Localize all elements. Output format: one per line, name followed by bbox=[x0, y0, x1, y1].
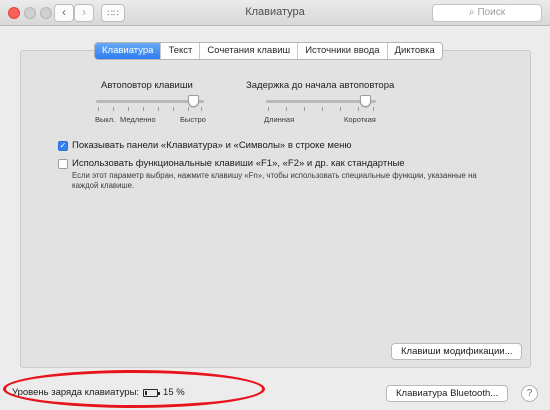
slider-tick bbox=[304, 107, 305, 111]
search-icon: ⌕ bbox=[468, 7, 475, 18]
show-viewers-label: Показывать панели «Клавиатура» и «Символ… bbox=[72, 140, 352, 151]
slider-tick bbox=[268, 107, 269, 111]
slider-tick bbox=[340, 107, 341, 111]
slider-tick bbox=[373, 107, 374, 111]
slider-tick bbox=[201, 107, 202, 111]
key-repeat-max-label: Быстро bbox=[180, 115, 206, 124]
slider-tick bbox=[128, 107, 129, 111]
slider-tick bbox=[173, 107, 174, 111]
search-placeholder: Поиск bbox=[477, 7, 506, 18]
tab-keyboard[interactable]: Клавиатура bbox=[95, 43, 161, 59]
slider-tick bbox=[188, 107, 189, 111]
tab-text[interactable]: Текст bbox=[160, 43, 199, 59]
key-repeat-slow-label: Медленно bbox=[120, 115, 156, 124]
show-viewers-checkbox[interactable]: ✓ bbox=[58, 141, 68, 151]
slider-tick bbox=[113, 107, 114, 111]
repeat-delay-max-label: Короткая bbox=[344, 115, 376, 124]
highlight-annotation bbox=[3, 370, 265, 408]
repeat-delay-thumb[interactable] bbox=[360, 95, 371, 107]
slider-tick bbox=[322, 107, 323, 111]
help-button[interactable]: ? bbox=[521, 385, 538, 402]
slider-tick bbox=[286, 107, 287, 111]
key-repeat-min-label: Выкл. bbox=[95, 115, 116, 124]
slider-tick bbox=[143, 107, 144, 111]
fn-keys-note: Если этот параметр выбран, нажмите клави… bbox=[72, 171, 477, 190]
key-repeat-thumb[interactable] bbox=[188, 95, 199, 107]
fn-keys-label: Использовать функциональные клавиши «F1»… bbox=[72, 158, 405, 169]
slider-tick bbox=[98, 107, 99, 111]
tab-dictation[interactable]: Диктовка bbox=[386, 43, 442, 59]
title-bar: ‹ › ∷∷ Клавиатура ⌕ Поиск bbox=[0, 0, 550, 26]
search-field[interactable]: ⌕ Поиск bbox=[432, 4, 542, 22]
fn-keys-checkbox[interactable] bbox=[58, 159, 68, 169]
bluetooth-keyboard-button[interactable]: Клавиатура Bluetooth... bbox=[386, 385, 509, 402]
key-repeat-label: Автоповтор клавиши bbox=[101, 80, 193, 91]
slider-tick bbox=[358, 107, 359, 111]
repeat-delay-min-label: Длинная bbox=[264, 115, 295, 124]
repeat-delay-label: Задержка до начала автоповтора bbox=[246, 80, 395, 91]
slider-tick bbox=[158, 107, 159, 111]
tab-shortcuts[interactable]: Сочетания клавиш bbox=[199, 43, 297, 59]
preferences-window: ‹ › ∷∷ Клавиатура ⌕ Поиск Клавиатура Текс… bbox=[0, 0, 550, 410]
tab-bar: Клавиатура Текст Сочетания клавиш Источн… bbox=[94, 42, 443, 60]
checkmark-icon: ✓ bbox=[59, 141, 67, 150]
modifier-keys-button[interactable]: Клавиши модификации... bbox=[391, 343, 523, 360]
tab-input-sources[interactable]: Источники ввода bbox=[297, 43, 386, 59]
